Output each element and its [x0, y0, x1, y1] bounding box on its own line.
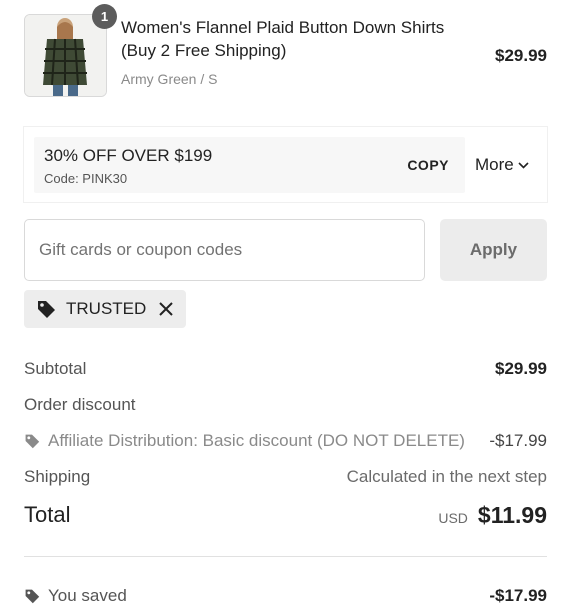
tag-icon [38, 301, 55, 318]
total-label: Total [24, 502, 71, 527]
subtotal-row: Subtotal $29.99 [24, 358, 547, 380]
tag-icon [25, 589, 40, 604]
apply-button[interactable]: Apply [440, 219, 547, 281]
order-discount-row: Order discount [24, 394, 547, 416]
chevron-down-icon [518, 161, 529, 169]
copy-code-button[interactable]: COPY [407, 157, 449, 173]
more-label: More [475, 155, 514, 174]
affiliate-discount-label: Affiliate Distribution: Basic discount (… [48, 431, 465, 450]
divider [24, 556, 547, 557]
applied-coupon-tag: TRUSTED [24, 290, 187, 328]
currency-code: USD [438, 509, 468, 526]
subtotal-label: Subtotal [24, 359, 87, 378]
quantity-badge: 1 [92, 4, 117, 29]
more-promos-button[interactable]: More [475, 155, 529, 175]
product-variant: Army Green / S [121, 71, 218, 87]
product-price: $29.99 [495, 46, 547, 65]
savings-row: You saved -$17.99 [24, 585, 547, 605]
close-icon[interactable] [158, 301, 174, 317]
promo-code: Code: PINK30 [44, 171, 128, 186]
tag-icon [25, 434, 40, 449]
shipping-label: Shipping [24, 467, 91, 486]
product-thumbnail [24, 14, 107, 97]
total-row: Total USD $11.99 [24, 500, 547, 530]
promo-section: 30% OFF OVER $199 Code: PINK30 COPY More [24, 127, 547, 202]
shipping-row: Shipping Calculated in the next step [24, 466, 547, 488]
savings-label: You saved [48, 586, 127, 605]
applied-coupon-label: TRUSTED [66, 299, 147, 318]
total-value: $11.99 [477, 501, 547, 528]
savings-value: -$17.99 [489, 586, 547, 605]
order-discount-label: Order discount [24, 395, 136, 414]
coupon-input[interactable] [24, 219, 425, 281]
promo-title: 30% OFF OVER $199 [44, 146, 213, 165]
affiliate-discount-row: Affiliate Distribution: Basic discount (… [24, 430, 547, 452]
product-title: Women's Flannel Plaid Button Down Shirts… [121, 18, 445, 60]
promo-card: 30% OFF OVER $199 Code: PINK30 COPY [34, 137, 465, 193]
cart-line-item: 1 Women's Flannel Plaid Button Down Shir… [24, 4, 547, 98]
affiliate-discount-value: -$17.99 [489, 431, 547, 450]
subtotal-value: $29.99 [495, 359, 547, 378]
shipping-value: Calculated in the next step [346, 467, 547, 486]
